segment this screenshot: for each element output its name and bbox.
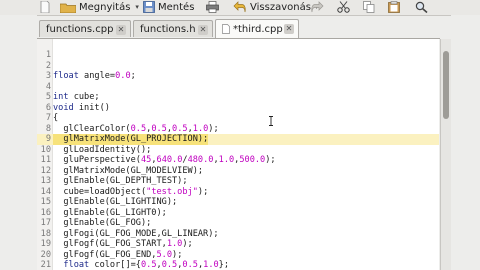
line-number: 4 [45, 81, 51, 92]
code-text: glMatrixMode(GL_MODELVIEW); [53, 165, 204, 176]
code-text: float color[]={0.5,0.5,0.5,1.0}; [63, 260, 230, 270]
line-number: 8 [45, 123, 51, 134]
code-text: glFogi(GL_FOG_MODE,GL_LINEAR); [53, 228, 219, 239]
tab-label: functions.cpp [46, 23, 114, 35]
code-line[interactable]: 14 cube=loadObject("test.obj"); [37, 187, 439, 198]
cut-icon[interactable] [337, 1, 350, 13]
main-toolbar: Megnyitás ▾ Mentés Visszavonás ▾ [0, 0, 480, 16]
code-text: glEnable(GL_FOG); [53, 218, 152, 228]
code-line[interactable]: 3 float angle=0.0; [37, 71, 439, 82]
close-icon[interactable]: ✕ [116, 25, 126, 35]
code-line[interactable]: 6 void init() [37, 103, 439, 114]
code-line[interactable]: 12 glMatrixMode(GL_MODELVIEW); [37, 166, 439, 177]
new-document-icon[interactable] [40, 1, 50, 13]
line-number: 14 [40, 186, 51, 197]
code-line[interactable]: 15 glEnable(GL_LIGHTING); [37, 197, 439, 208]
save-icon [143, 1, 155, 13]
tab-functions-cpp[interactable]: functions.cpp ✕ [39, 20, 131, 37]
close-icon[interactable]: ✕ [198, 25, 208, 35]
line-number: 18 [40, 228, 51, 239]
line-number: 5 [45, 92, 51, 102]
code-line[interactable]: 1 [37, 50, 439, 61]
code-line[interactable]: 5 int cube; [37, 92, 439, 103]
code-line[interactable]: 9 glMatrixMode(GL_PROJECTION); [37, 134, 439, 145]
code-line[interactable]: 4 [37, 82, 439, 93]
redo-icon[interactable] [311, 1, 324, 13]
code-text: int cube; [53, 92, 100, 102]
code-text: cube=loadObject("test.obj"); [53, 186, 209, 197]
tab-functions-h[interactable]: functions.h ✕ [133, 20, 213, 37]
undo-button[interactable]: Visszavonás ▾ [233, 0, 318, 14]
left-panel [0, 15, 37, 270]
chevron-down-icon[interactable]: ▾ [135, 3, 139, 11]
print-icon[interactable] [206, 1, 219, 13]
code-text: glFogf(GL_FOG_END,5.0); [53, 249, 183, 260]
document-tab-bar: functions.cpp ✕ functions.h ✕ *third.cpp… [37, 18, 440, 39]
tab-label: *third.cpp [233, 23, 283, 35]
code-text: gluPerspective(45,640.0/480.0,1.0,500.0)… [53, 155, 276, 165]
line-number: 12 [40, 165, 51, 176]
code-text: { [53, 113, 59, 123]
scrollbar-thumb[interactable] [443, 51, 449, 119]
code-line[interactable]: 13 glEnable(GL_DEPTH_TEST); [37, 176, 439, 187]
line-number: 10 [40, 144, 51, 155]
line-number: 6 [45, 102, 51, 113]
code-line[interactable]: 2 [37, 61, 439, 72]
save-label: Mentés [158, 1, 195, 13]
folder-icon [60, 3, 76, 13]
document-icon [222, 24, 230, 34]
save-button[interactable]: Mentés [143, 0, 194, 14]
code-editor[interactable]: 1 2 3 float angle=0.0; 4 5 int cube; 6 void init… [37, 39, 439, 270]
line-number: 21 [40, 260, 51, 270]
vertical-scrollbar[interactable] [440, 39, 451, 270]
open-button[interactable]: Megnyitás ▾ [60, 0, 139, 14]
text-cursor-icon [269, 116, 273, 126]
code-line[interactable]: 20 glFogf(GL_FOG_END,5.0); [37, 250, 439, 261]
line-number: 11 [40, 155, 51, 165]
code-line[interactable]: 21 float color[]={0.5,0.5,0.5,1.0}; [37, 260, 439, 270]
code-text: glEnable(GL_LIGHT0); [53, 207, 167, 218]
copy-icon[interactable] [363, 1, 375, 13]
line-number: 9 [45, 134, 51, 144]
code-text: glFogf(GL_FOG_START,1.0); [53, 239, 193, 249]
line-number: 17 [40, 218, 51, 228]
line-number: 2 [45, 60, 51, 71]
line-number: 15 [40, 197, 51, 207]
line-number: 19 [40, 239, 51, 249]
code-text: glEnable(GL_DEPTH_TEST); [53, 176, 188, 186]
tab-third-cpp[interactable]: *third.cpp ✕ [215, 19, 299, 38]
undo-icon [233, 1, 246, 13]
code-text: void init() [53, 102, 110, 113]
close-icon[interactable]: ✕ [284, 24, 294, 34]
line-number: 20 [40, 249, 51, 260]
code-text: float angle=0.0; [53, 71, 136, 81]
line-number: 3 [45, 71, 51, 81]
line-number: 16 [40, 207, 51, 218]
code-text: glClearColor(0.5,0.5,0.5,1.0); [53, 123, 219, 134]
open-label: Megnyitás [79, 1, 131, 13]
code-line[interactable]: 19 glFogf(GL_FOG_START,1.0); [37, 239, 439, 250]
search-icon[interactable] [415, 1, 428, 13]
code-line[interactable]: 17 glEnable(GL_FOG); [37, 218, 439, 229]
undo-label: Visszavonás [250, 1, 311, 13]
code-line[interactable]: 8 glClearColor(0.5,0.5,0.5,1.0); [37, 124, 439, 135]
code-line[interactable]: 7{ [37, 113, 439, 124]
tab-label: functions.h [140, 23, 196, 35]
line-number: 13 [40, 176, 51, 186]
code-text: glMatrixMode(GL_PROJECTION); [53, 134, 209, 145]
code-text: glLoadIdentity(); [53, 144, 152, 155]
line-number: 1 [45, 50, 51, 60]
right-panel [451, 15, 480, 270]
code-line[interactable]: 11 gluPerspective(45,640.0/480.0,1.0,500… [37, 155, 439, 166]
paste-icon[interactable] [388, 1, 400, 13]
code-line[interactable]: 18 glFogi(GL_FOG_MODE,GL_LINEAR); [37, 229, 439, 240]
code-line[interactable]: 16 glEnable(GL_LIGHT0); [37, 208, 439, 219]
code-text: glEnable(GL_LIGHTING); [53, 197, 178, 207]
line-number: 7 [45, 113, 51, 123]
code-line[interactable]: 10 glLoadIdentity(); [37, 145, 439, 156]
